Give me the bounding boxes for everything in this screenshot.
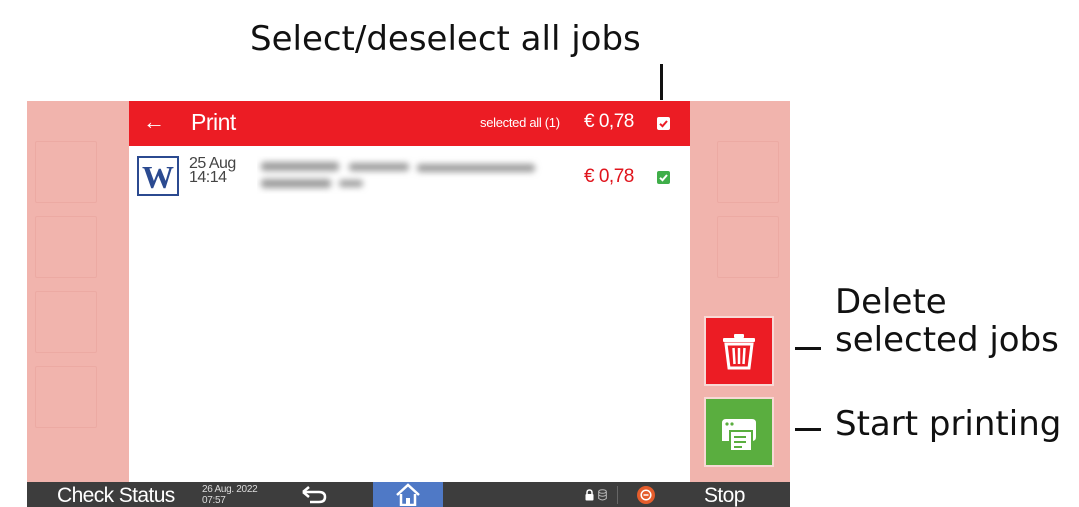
- annotation-leader-delete: [795, 347, 821, 350]
- status-bar: Check Status 26 Aug. 2022 07:57 Stop: [27, 482, 790, 507]
- job-time: 14:14: [189, 169, 227, 186]
- blurred-job-name: [261, 162, 535, 188]
- selected-all-label: selected all (1): [480, 115, 560, 130]
- background-tile: [35, 366, 97, 428]
- return-arrow-icon[interactable]: [299, 484, 329, 506]
- annotation-leader-select-all: [660, 64, 663, 100]
- home-icon: [396, 483, 420, 506]
- annotation-delete-selected: Delete selected jobs: [835, 283, 1059, 359]
- status-date: 26 Aug. 2022: [202, 484, 258, 495]
- annotation-select-all: Select/deselect all jobs: [250, 19, 641, 59]
- page-title: Print: [191, 109, 236, 135]
- job-price: € 0,78: [584, 166, 634, 187]
- annotation-delete-line2: selected jobs: [835, 320, 1059, 361]
- delete-selected-button[interactable]: [704, 316, 774, 386]
- background-tile: [717, 216, 779, 278]
- storage-icon: [598, 489, 607, 501]
- printer-icon: [722, 419, 756, 452]
- stop-symbol-icon: [640, 489, 652, 501]
- annotation-start-printing: Start printing: [835, 404, 1062, 444]
- word-icon-letter: W: [142, 159, 174, 195]
- lock-icon: [585, 489, 594, 501]
- background-tile: [35, 216, 97, 278]
- check-icon: [659, 174, 668, 182]
- background-tile: [35, 291, 97, 353]
- status-divider: [617, 486, 618, 504]
- job-checkbox[interactable]: [657, 171, 670, 184]
- annotation-delete-line1: Delete: [835, 282, 947, 322]
- annotation-leader-start: [795, 428, 821, 431]
- arrow-left-icon[interactable]: ←: [143, 110, 165, 134]
- stop-button[interactable]: Stop: [704, 484, 745, 507]
- total-price: € 0,78: [584, 111, 634, 132]
- start-printing-button[interactable]: [704, 397, 774, 467]
- printer-screen: ← Print selected all (1) € 0,78 W 25 Aug…: [27, 101, 790, 507]
- check-icon: [659, 120, 668, 128]
- status-time: 07:57: [202, 495, 226, 506]
- word-document-icon: W: [137, 156, 179, 196]
- background-tile: [717, 141, 779, 203]
- stop-icon[interactable]: [637, 486, 655, 504]
- background-tile: [35, 141, 97, 203]
- select-all-checkbox[interactable]: [657, 117, 670, 130]
- print-header: ← Print selected all (1) € 0,78: [129, 101, 690, 146]
- print-jobs-panel: ← Print selected all (1) € 0,78 W 25 Aug…: [129, 101, 690, 482]
- home-button[interactable]: [373, 482, 443, 507]
- check-status-button[interactable]: Check Status: [57, 484, 175, 507]
- trash-icon: [723, 334, 755, 370]
